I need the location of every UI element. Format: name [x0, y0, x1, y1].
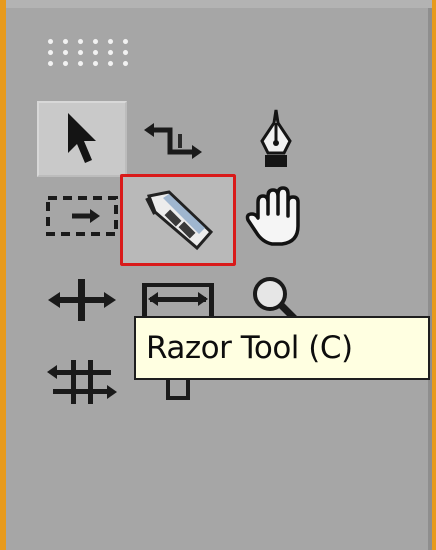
panel-grip-handle[interactable]: [43, 36, 135, 70]
rolling-edit-icon: [48, 279, 116, 321]
panel-top-edge: [6, 0, 432, 8]
tooltip: Razor Tool (C): [134, 316, 430, 380]
slip-tool-button[interactable]: [37, 344, 127, 420]
ripple-edit-icon: [144, 123, 202, 159]
selection-tool-button[interactable]: [37, 101, 127, 177]
hand-icon: [245, 186, 300, 246]
pen-nib-icon: [260, 109, 292, 167]
arrow-cursor-icon: [68, 113, 96, 163]
pen-tool-button[interactable]: [231, 101, 321, 177]
razor-tool-button[interactable]: [120, 174, 236, 266]
track-select-icon: [46, 196, 118, 236]
ripple-edit-tool-button[interactable]: [133, 101, 223, 177]
slip-icon: [47, 360, 117, 404]
hand-tool-button[interactable]: [231, 178, 321, 254]
rolling-edit-tool-button[interactable]: [37, 262, 127, 338]
razor-blade-icon: [145, 190, 214, 251]
track-select-tool-button[interactable]: [37, 178, 127, 254]
